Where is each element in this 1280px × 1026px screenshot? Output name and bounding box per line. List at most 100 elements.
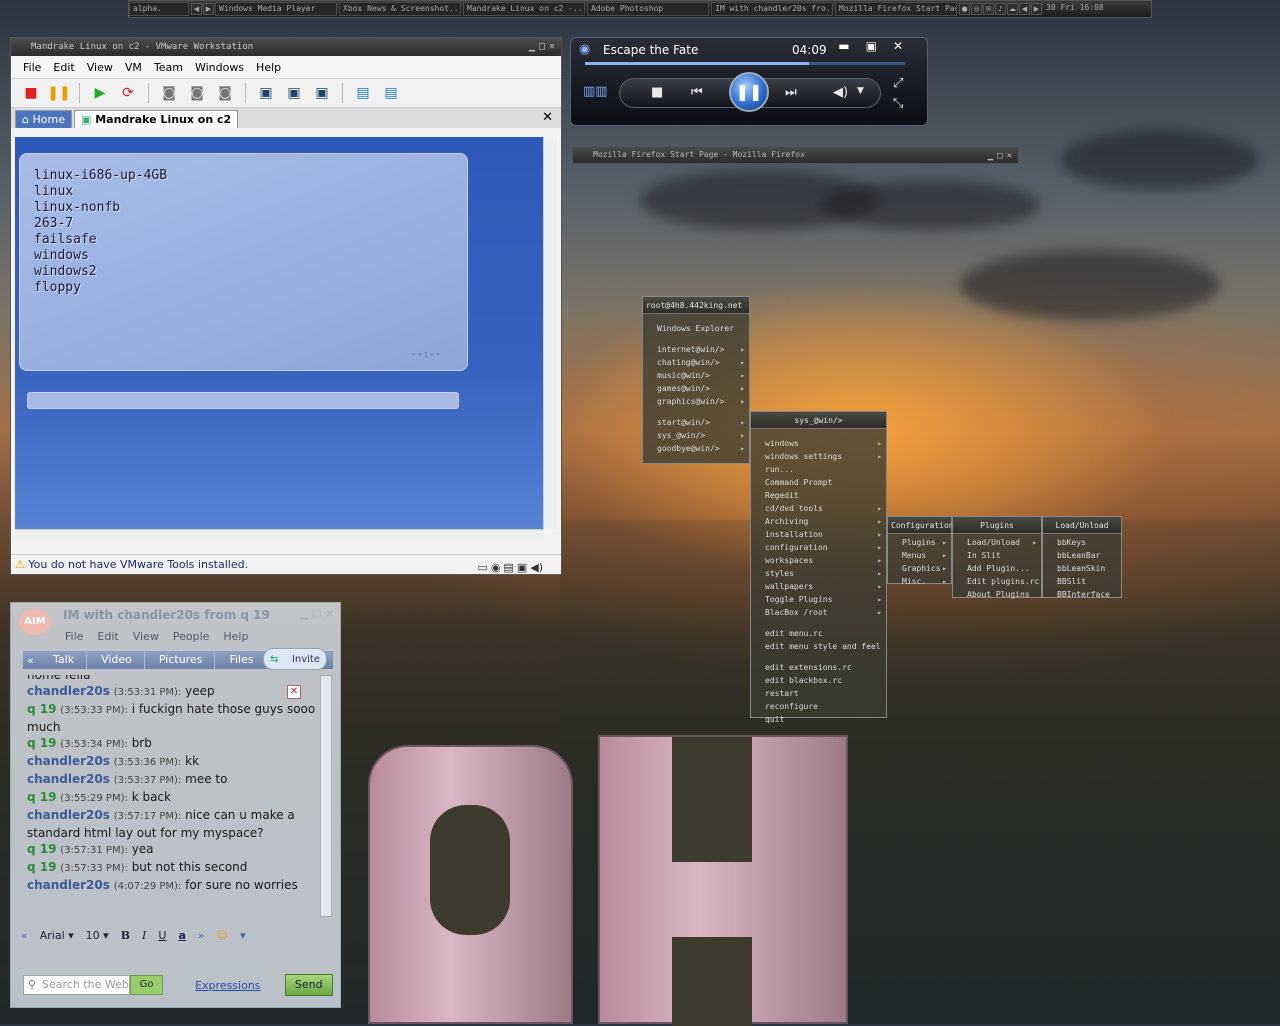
bold-icon[interactable]: B: [121, 929, 130, 942]
menu-item[interactable]: windows settings: [751, 450, 886, 463]
tray-icon[interactable]: ◎: [971, 3, 982, 15]
maximize-icon[interactable]: ▣: [866, 39, 877, 53]
menu-item[interactable]: Archiving: [751, 515, 886, 528]
menu-people[interactable]: People: [173, 630, 210, 643]
menu-item[interactable]: About Plugins: [953, 588, 1041, 601]
go-button[interactable]: Go: [130, 975, 164, 995]
message-sender[interactable]: chandler20s: [27, 878, 110, 892]
taskbar-item[interactable]: Xbox News & Screenshot...: [339, 2, 461, 16]
menu-item[interactable]: BlacBox /root: [751, 606, 886, 619]
menu-item[interactable]: configuration: [751, 541, 886, 554]
snapshot-manager-icon[interactable]: ◙: [213, 82, 237, 104]
close-conversation-icon[interactable]: ✕: [287, 685, 301, 699]
tray-icon[interactable]: ♪: [995, 3, 1006, 15]
menu-edit[interactable]: Edit: [97, 630, 118, 643]
tab-pictures[interactable]: Pictures: [147, 651, 216, 669]
menu-item[interactable]: internet@win/>: [643, 343, 749, 356]
menu-item[interactable]: workspaces: [751, 554, 886, 567]
tab-home[interactable]: ⌂ Home: [15, 110, 72, 128]
tray-icon[interactable]: ✉: [983, 3, 994, 15]
close-icon[interactable]: ✕: [326, 603, 334, 627]
font-select[interactable]: Arial ▾: [40, 929, 74, 942]
maximize-icon[interactable]: □: [539, 38, 545, 56]
message-sender[interactable]: q 19: [27, 790, 56, 804]
underline-icon[interactable]: U: [158, 929, 166, 942]
menu-item[interactable]: wallpapers: [751, 580, 886, 593]
summary-view-icon[interactable]: ▤: [351, 82, 375, 104]
menu-item[interactable]: bbKeys: [1043, 536, 1121, 549]
minimize-icon[interactable]: ▁: [529, 38, 535, 56]
text-color-icon[interactable]: a: [178, 929, 185, 942]
im-titlebar[interactable]: IM with chandler20s from q 19 ▁ □ ✕: [11, 603, 340, 627]
taskbar-item[interactable]: Mandrake Linux on c2 -...: [463, 2, 585, 16]
firefox-titlebar[interactable]: Mozilla Firefox Start Page - Mozilla Fir…: [572, 146, 1019, 164]
tabs-left-arrow-icon[interactable]: «: [27, 654, 34, 667]
pause-button[interactable]: ❚❚: [729, 72, 769, 112]
next-button[interactable]: ⏭: [785, 85, 797, 100]
console-view-icon[interactable]: ▤: [379, 82, 403, 104]
menu-file[interactable]: File: [65, 630, 83, 643]
boot-entry[interactable]: linux: [34, 184, 167, 200]
sound-icon[interactable]: ◀): [530, 558, 543, 578]
snapshot-icon[interactable]: ◙: [157, 82, 181, 104]
maximize-icon[interactable]: □: [997, 148, 1002, 164]
menu-file[interactable]: File: [23, 61, 41, 74]
menu-item[interactable]: Windows Explorer: [643, 322, 749, 335]
power-on-icon[interactable]: ▶: [88, 82, 112, 104]
close-tab-icon[interactable]: ✕: [542, 110, 553, 125]
volume-icon[interactable]: ◀): [833, 85, 848, 100]
conversation-scrollbar[interactable]: [320, 675, 332, 917]
boot-entry[interactable]: floppy: [34, 280, 167, 296]
expand-icon[interactable]: ⤢: [893, 76, 903, 91]
previous-button[interactable]: ⏮: [691, 85, 703, 100]
menu-item[interactable]: BBSlit: [1043, 575, 1121, 588]
menu-item[interactable]: Command Prompt: [751, 476, 886, 489]
message-sender[interactable]: q 19: [27, 736, 56, 750]
menu-item[interactable]: Graphics: [888, 562, 951, 575]
menu-item[interactable]: bbLeanSkin: [1043, 562, 1121, 575]
tray-icon[interactable]: ☁: [1007, 3, 1018, 15]
italic-icon[interactable]: I: [142, 929, 146, 942]
tab-files[interactable]: Files: [217, 651, 267, 669]
menu-item[interactable]: music@win/>: [643, 369, 749, 382]
message-sender[interactable]: chandler20s: [27, 808, 110, 822]
menu-item[interactable]: games@win/>: [643, 382, 749, 395]
tray-icon[interactable]: ●: [959, 3, 970, 15]
menu-item[interactable]: Toggle Plugins: [751, 593, 886, 606]
cdrom-icon[interactable]: ◉: [491, 558, 501, 578]
network-icon[interactable]: ▣: [517, 558, 527, 578]
tray-prev-button[interactable]: ◀: [1019, 3, 1030, 15]
menu-item[interactable]: chating@win/>: [643, 356, 749, 369]
vertical-scrollbar[interactable]: [543, 137, 557, 529]
message-sender[interactable]: q 19: [27, 860, 56, 874]
menu-vm[interactable]: VM: [125, 61, 142, 74]
message-sender[interactable]: q 19: [27, 702, 56, 716]
menu-item[interactable]: sys_@win/>: [643, 429, 749, 442]
tab-talk[interactable]: Talk: [41, 651, 88, 669]
message-sender[interactable]: q 19: [27, 842, 56, 856]
printer-icon[interactable]: ▤: [503, 558, 513, 578]
vmware-titlebar[interactable]: Mandrake Linux on c2 - VMware Workstatio…: [11, 38, 561, 56]
menu-item[interactable]: cd/dvd tools: [751, 502, 886, 515]
stop-button[interactable]: ■: [651, 85, 663, 100]
visualization-icon[interactable]: ▥▥: [583, 84, 608, 99]
menu-item[interactable]: quit: [751, 713, 886, 726]
boot-entry[interactable]: windows2: [34, 264, 167, 280]
power-off-icon[interactable]: ■: [19, 82, 43, 104]
menu-item[interactable]: start@win/>: [643, 416, 749, 429]
boot-entry[interactable]: windows: [34, 248, 167, 264]
boot-entry[interactable]: 263-7: [34, 216, 167, 232]
menu-item[interactable]: Misc.: [888, 575, 951, 588]
menu-item[interactable]: styles: [751, 567, 886, 580]
menu-item[interactable]: restart: [751, 687, 886, 700]
minimize-icon[interactable]: ▁: [988, 148, 993, 164]
maximize-icon[interactable]: □: [312, 603, 321, 627]
menu-help[interactable]: Help: [256, 61, 281, 74]
menu-item[interactable]: Add Plugin...: [953, 562, 1041, 575]
menu-edit[interactable]: Edit: [53, 61, 74, 74]
close-icon[interactable]: ✕: [893, 39, 903, 53]
sidebar-view-icon[interactable]: ▣: [254, 82, 278, 104]
more-format-icon[interactable]: »: [198, 929, 205, 942]
boot-entry[interactable]: failsafe: [34, 232, 167, 248]
taskbar-item[interactable]: Windows Media Player: [215, 2, 337, 16]
